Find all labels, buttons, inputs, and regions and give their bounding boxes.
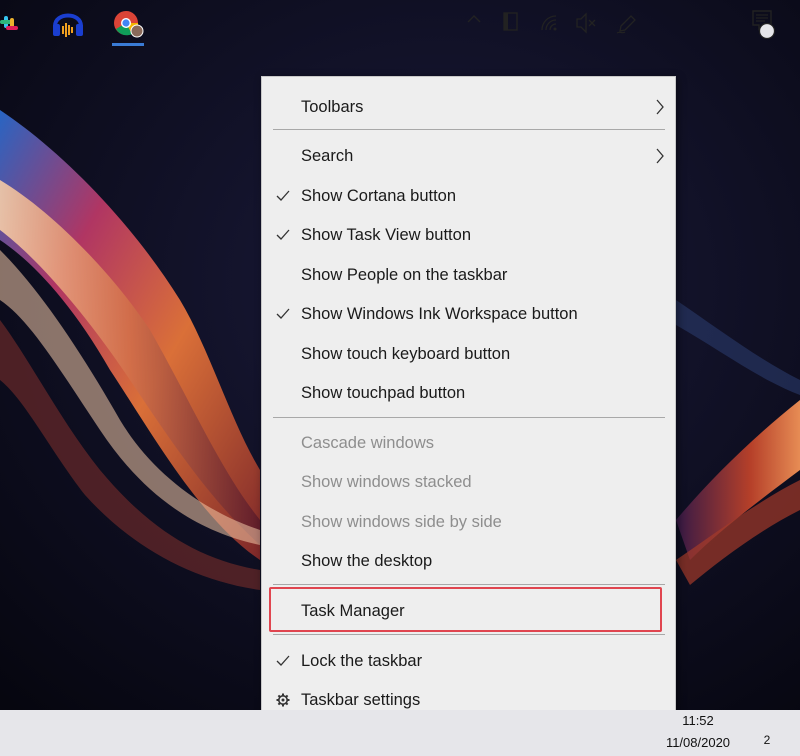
- checkmark-icon: [276, 655, 290, 666]
- notification-count-badge: 2: [763, 733, 771, 747]
- menu-item-label: Show Cortana button: [301, 187, 457, 205]
- menu-item-label: Show touchpad button: [301, 384, 466, 402]
- menu-item-label: Cascade windows: [301, 434, 434, 452]
- chrome-icon[interactable]: [108, 0, 148, 46]
- menu-item-label: Lock the taskbar: [301, 652, 423, 670]
- menu-item-lock-the-taskbar[interactable]: Lock the taskbar: [262, 643, 675, 679]
- menu-item-search[interactable]: Search: [262, 138, 675, 174]
- menu-item-show-the-desktop[interactable]: Show the desktop: [262, 543, 675, 579]
- checkmark-icon: [276, 190, 290, 201]
- menu-item-show-cortana-button[interactable]: Show Cortana button: [262, 178, 675, 214]
- menu-separator: [273, 584, 665, 585]
- menu-item-show-touch-keyboard-button[interactable]: Show touch keyboard button: [262, 336, 675, 372]
- chevron-right-icon: [656, 148, 664, 164]
- taskbar-context-menu: Toolbars Search Show Cortana button Show…: [261, 76, 676, 732]
- menu-separator: [273, 634, 665, 635]
- menu-item-label: Toolbars: [301, 98, 364, 116]
- menu-item-show-windows-stacked: Show windows stacked: [262, 464, 675, 500]
- checkmark-icon: [276, 229, 290, 240]
- menu-item-label: Show touch keyboard button: [301, 345, 511, 363]
- menu-item-show-task-view-button[interactable]: Show Task View button: [262, 217, 675, 253]
- slack-icon[interactable]: [0, 0, 24, 46]
- chevron-right-icon: [656, 99, 664, 115]
- menu-item-show-windows-side-by-side: Show windows side by side: [262, 504, 675, 540]
- wifi-icon[interactable]: [538, 0, 562, 46]
- menu-separator: [273, 129, 665, 130]
- menu-item-show-people[interactable]: Show People on the taskbar: [262, 257, 675, 293]
- menu-item-show-touchpad-button[interactable]: Show touchpad button: [262, 375, 675, 411]
- chevron-up-icon[interactable]: [464, 0, 484, 46]
- menu-separator: [273, 417, 665, 418]
- menu-item-label: Show windows side by side: [301, 513, 502, 531]
- menu-item-label: Show Windows Ink Workspace button: [301, 305, 578, 323]
- menu-item-label: Task Manager: [301, 602, 405, 620]
- checkmark-icon: [276, 308, 290, 319]
- menu-item-label: Show Task View button: [301, 226, 471, 244]
- menu-item-toolbars[interactable]: Toolbars: [262, 89, 675, 125]
- menu-item-task-manager[interactable]: Task Manager: [262, 593, 675, 629]
- menu-item-cascade-windows: Cascade windows: [262, 425, 675, 461]
- clock-time[interactable]: 11:52: [676, 713, 720, 728]
- menu-item-label: Search: [301, 147, 354, 165]
- pen-icon[interactable]: [614, 0, 638, 46]
- audacity-icon[interactable]: [50, 0, 86, 46]
- menu-item-label: Show the desktop: [301, 552, 433, 570]
- volume-muted-icon[interactable]: [574, 0, 598, 46]
- menu-item-label: Show windows stacked: [301, 473, 472, 491]
- menu-item-label: Show People on the taskbar: [301, 266, 508, 284]
- tablet-icon[interactable]: [500, 0, 522, 46]
- notification-center-icon[interactable]: [750, 0, 784, 46]
- menu-item-show-ink-workspace-button[interactable]: Show Windows Ink Workspace button: [262, 296, 675, 332]
- clock-date[interactable]: 11/08/2020: [660, 735, 736, 750]
